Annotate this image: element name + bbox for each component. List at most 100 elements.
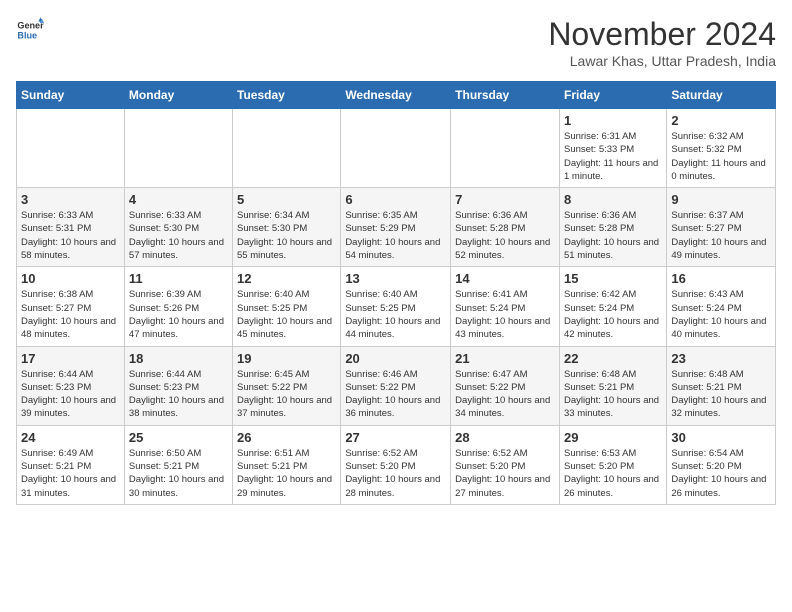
day-cell [451,109,560,188]
weekday-header-monday: Monday [124,82,232,109]
day-number: 25 [129,430,228,445]
day-number: 27 [345,430,446,445]
day-info: Sunrise: 6:52 AM Sunset: 5:20 PM Dayligh… [455,447,555,500]
day-info: Sunrise: 6:44 AM Sunset: 5:23 PM Dayligh… [21,368,120,421]
day-info: Sunrise: 6:53 AM Sunset: 5:20 PM Dayligh… [564,447,662,500]
day-number: 17 [21,351,120,366]
day-cell: 8 Sunrise: 6:36 AM Sunset: 5:28 PM Daylig… [559,188,666,267]
day-cell [124,109,232,188]
day-cell: 5 Sunrise: 6:34 AM Sunset: 5:30 PM Daylig… [233,188,341,267]
weekday-header-wednesday: Wednesday [341,82,451,109]
location: Lawar Khas, Uttar Pradesh, India [548,53,776,69]
day-info: Sunrise: 6:40 AM Sunset: 5:25 PM Dayligh… [345,288,446,341]
week-row-2: 3 Sunrise: 6:33 AM Sunset: 5:31 PM Daylig… [17,188,776,267]
day-number: 10 [21,271,120,286]
day-info: Sunrise: 6:42 AM Sunset: 5:24 PM Dayligh… [564,288,662,341]
day-info: Sunrise: 6:48 AM Sunset: 5:21 PM Dayligh… [671,368,771,421]
day-info: Sunrise: 6:45 AM Sunset: 5:22 PM Dayligh… [237,368,336,421]
day-number: 8 [564,192,662,207]
weekday-header-tuesday: Tuesday [233,82,341,109]
week-row-1: 1Sunrise: 6:31 AM Sunset: 5:33 PM Daylig… [17,109,776,188]
day-info: Sunrise: 6:40 AM Sunset: 5:25 PM Dayligh… [237,288,336,341]
day-info: Sunrise: 6:38 AM Sunset: 5:27 PM Dayligh… [21,288,120,341]
day-info: Sunrise: 6:39 AM Sunset: 5:26 PM Dayligh… [129,288,228,341]
day-info: Sunrise: 6:36 AM Sunset: 5:28 PM Dayligh… [564,209,662,262]
day-number: 11 [129,271,228,286]
day-cell: 13 Sunrise: 6:40 AM Sunset: 5:25 PM Dayli… [341,267,451,346]
week-row-4: 17 Sunrise: 6:44 AM Sunset: 5:23 PM Dayli… [17,346,776,425]
day-number: 24 [21,430,120,445]
day-cell: 28Sunrise: 6:52 AM Sunset: 5:20 PM Dayli… [451,425,560,504]
weekday-header-saturday: Saturday [667,82,776,109]
day-cell [17,109,125,188]
day-cell: 27 Sunrise: 6:52 AM Sunset: 5:20 PM Dayli… [341,425,451,504]
day-cell: 2 Sunrise: 6:32 AM Sunset: 5:32 PM Daylig… [667,109,776,188]
day-number: 18 [129,351,228,366]
day-number: 5 [237,192,336,207]
month-title: November 2024 [548,16,776,53]
day-info: Sunrise: 6:34 AM Sunset: 5:30 PM Dayligh… [237,209,336,262]
day-info: Sunrise: 6:54 AM Sunset: 5:20 PM Dayligh… [671,447,771,500]
day-info: Sunrise: 6:50 AM Sunset: 5:21 PM Dayligh… [129,447,228,500]
day-number: 26 [237,430,336,445]
day-info: Sunrise: 6:33 AM Sunset: 5:31 PM Dayligh… [21,209,120,262]
day-number: 20 [345,351,446,366]
page-header: General Blue November 2024 Lawar Khas, U… [16,16,776,69]
day-cell: 29 Sunrise: 6:53 AM Sunset: 5:20 PM Dayli… [559,425,666,504]
svg-text:General: General [17,21,44,31]
weekday-header-sunday: Sunday [17,82,125,109]
day-cell: 7 Sunrise: 6:36 AM Sunset: 5:28 PM Daylig… [451,188,560,267]
day-number: 16 [671,271,771,286]
day-info: Sunrise: 6:33 AM Sunset: 5:30 PM Dayligh… [129,209,228,262]
day-info: Sunrise: 6:48 AM Sunset: 5:21 PM Dayligh… [564,368,662,421]
day-info: Sunrise: 6:47 AM Sunset: 5:22 PM Dayligh… [455,368,555,421]
day-info: Sunrise: 6:52 AM Sunset: 5:20 PM Dayligh… [345,447,446,500]
day-info: Sunrise: 6:35 AM Sunset: 5:29 PM Dayligh… [345,209,446,262]
day-cell: 3 Sunrise: 6:33 AM Sunset: 5:31 PM Daylig… [17,188,125,267]
week-row-3: 10 Sunrise: 6:38 AM Sunset: 5:27 PM Dayli… [17,267,776,346]
day-cell: 18Sunrise: 6:44 AM Sunset: 5:23 PM Dayli… [124,346,232,425]
day-cell [233,109,341,188]
weekday-header-thursday: Thursday [451,82,560,109]
day-number: 9 [671,192,771,207]
day-cell: 17 Sunrise: 6:44 AM Sunset: 5:23 PM Dayli… [17,346,125,425]
day-number: 4 [129,192,228,207]
day-cell [341,109,451,188]
day-info: Sunrise: 6:49 AM Sunset: 5:21 PM Dayligh… [21,447,120,500]
day-cell: 23 Sunrise: 6:48 AM Sunset: 5:21 PM Dayli… [667,346,776,425]
day-cell: 4 Sunrise: 6:33 AM Sunset: 5:30 PM Daylig… [124,188,232,267]
day-cell: 14Sunrise: 6:41 AM Sunset: 5:24 PM Dayli… [451,267,560,346]
day-cell: 22 Sunrise: 6:48 AM Sunset: 5:21 PM Dayli… [559,346,666,425]
day-cell: 25 Sunrise: 6:50 AM Sunset: 5:21 PM Dayli… [124,425,232,504]
day-info: Sunrise: 6:41 AM Sunset: 5:24 PM Dayligh… [455,288,555,341]
logo-icon: General Blue [16,16,44,44]
day-number: 6 [345,192,446,207]
day-cell: 20Sunrise: 6:46 AM Sunset: 5:22 PM Dayli… [341,346,451,425]
day-number: 22 [564,351,662,366]
day-info: Sunrise: 6:32 AM Sunset: 5:32 PM Dayligh… [671,130,771,183]
day-number: 15 [564,271,662,286]
day-cell: 12 Sunrise: 6:40 AM Sunset: 5:25 PM Dayli… [233,267,341,346]
day-info: Sunrise: 6:51 AM Sunset: 5:21 PM Dayligh… [237,447,336,500]
day-cell: 21 Sunrise: 6:47 AM Sunset: 5:22 PM Dayli… [451,346,560,425]
day-number: 3 [21,192,120,207]
day-number: 13 [345,271,446,286]
day-cell: 30 Sunrise: 6:54 AM Sunset: 5:20 PM Dayli… [667,425,776,504]
day-info: Sunrise: 6:31 AM Sunset: 5:33 PM Dayligh… [564,130,662,183]
day-number: 30 [671,430,771,445]
day-number: 7 [455,192,555,207]
calendar-table: SundayMondayTuesdayWednesdayThursdayFrid… [16,81,776,505]
day-number: 23 [671,351,771,366]
day-info: Sunrise: 6:37 AM Sunset: 5:27 PM Dayligh… [671,209,771,262]
day-number: 29 [564,430,662,445]
week-row-5: 24 Sunrise: 6:49 AM Sunset: 5:21 PM Dayli… [17,425,776,504]
day-number: 2 [671,113,771,128]
day-number: 21 [455,351,555,366]
day-cell: 1Sunrise: 6:31 AM Sunset: 5:33 PM Daylig… [559,109,666,188]
day-cell: 15 Sunrise: 6:42 AM Sunset: 5:24 PM Dayli… [559,267,666,346]
day-cell: 9 Sunrise: 6:37 AM Sunset: 5:27 PM Daylig… [667,188,776,267]
day-number: 12 [237,271,336,286]
day-cell: 11 Sunrise: 6:39 AM Sunset: 5:26 PM Dayli… [124,267,232,346]
day-info: Sunrise: 6:36 AM Sunset: 5:28 PM Dayligh… [455,209,555,262]
day-info: Sunrise: 6:43 AM Sunset: 5:24 PM Dayligh… [671,288,771,341]
